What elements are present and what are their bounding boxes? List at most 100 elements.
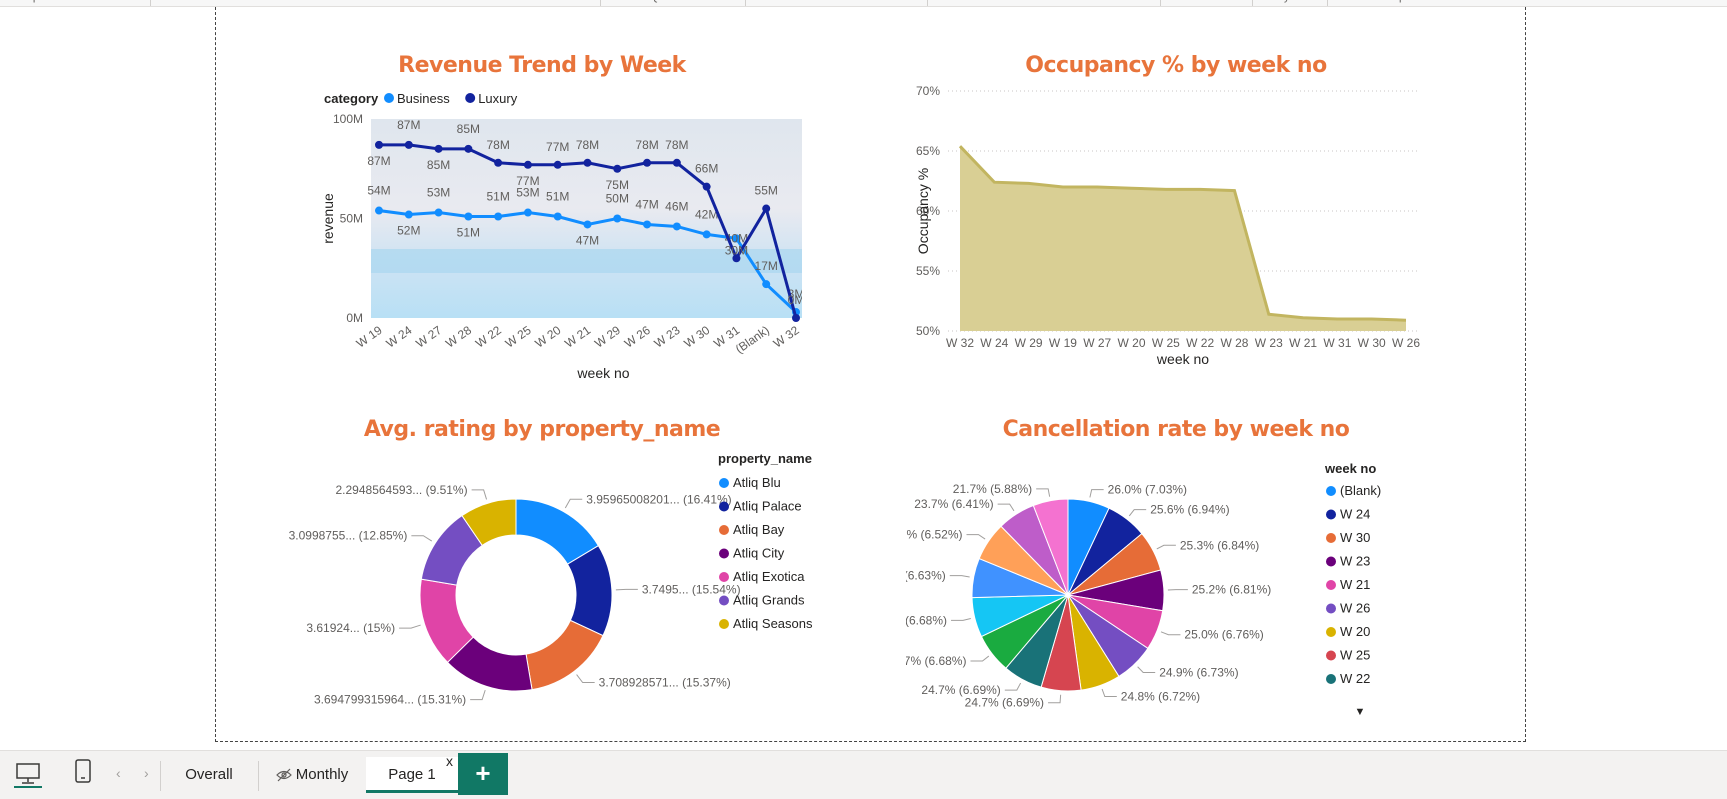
desktop-layout-icon[interactable] (12, 760, 44, 788)
ribbon-group-label: Share (1272, 0, 1301, 3)
data-point (613, 165, 621, 173)
legend-item: W 25 (1340, 648, 1370, 663)
x-tick-label: W 31 (1323, 336, 1351, 350)
data-label: 51M (457, 226, 480, 240)
x-axis-title: week no (1156, 351, 1209, 367)
leader-line (1102, 689, 1117, 697)
mobile-layout-icon[interactable] (73, 758, 93, 786)
data-label: 17M (755, 259, 778, 273)
data-label: 52M (397, 224, 420, 238)
leader-line (470, 690, 485, 700)
legend-item: Atliq Exotica (733, 569, 805, 584)
tab-monthly[interactable]: Monthly (260, 757, 364, 793)
page-tab-bar: ‹ › Overall Monthly Page 1 x + (0, 750, 1727, 799)
x-tick-label: W 27 (413, 323, 444, 351)
data-label: 24.9% (6.73%) (1159, 666, 1238, 680)
data-point (554, 213, 562, 221)
x-tick-label: W 27 (1083, 336, 1111, 350)
legend-marker (1326, 510, 1336, 520)
x-tick-label: W 28 (443, 323, 474, 351)
data-label: 50M (606, 192, 629, 206)
ribbon-separator (600, 0, 601, 6)
cancellation-visual[interactable]: Cancellation rate by week no 26.0% (7.03… (906, 407, 1466, 737)
y-tick-label: 65% (916, 144, 940, 158)
x-tick-label: W 21 (1289, 336, 1317, 350)
add-page-button[interactable]: + (458, 753, 508, 795)
ribbon-separator (1327, 0, 1328, 6)
data-point (762, 205, 770, 213)
data-point (524, 209, 532, 217)
data-point (375, 141, 383, 149)
data-label: 0M (788, 293, 802, 307)
legend-marker (719, 572, 729, 582)
x-tick-label: W 29 (592, 323, 623, 351)
data-label: 78M (486, 138, 509, 152)
leader-line (1005, 683, 1021, 690)
hidden-page-icon (276, 768, 292, 782)
leader-line (565, 499, 582, 508)
x-tick-label: W 32 (771, 323, 802, 351)
leader-line (970, 656, 988, 661)
x-tick-label: W 26 (622, 323, 653, 351)
data-label: 85M (427, 158, 450, 172)
legend-item: Atliq Blu (733, 475, 781, 490)
ribbon-separator (1252, 0, 1253, 6)
x-tick-label: W 22 (1186, 336, 1214, 350)
revenue-trend-visual[interactable]: Revenue Trend by Week categoryBusinessLu… (282, 43, 802, 413)
ribbon-group-label: Calculations (1010, 0, 1070, 3)
legend-item: W 23 (1340, 554, 1370, 569)
occupancy-visual[interactable]: Occupancy % by week no 50%55%60%65%70%W … (906, 43, 1446, 413)
data-label: 3.708928571... (15.37%) (599, 676, 731, 690)
legend-marker (1326, 604, 1336, 614)
x-tick-label: (Blank) (733, 323, 772, 356)
report-page: Revenue Trend by Week categoryBusinessLu… (215, 7, 1526, 742)
data-label: 53M (427, 186, 450, 200)
tab-overall[interactable]: Overall (162, 757, 256, 793)
data-point (792, 314, 800, 322)
legend-item: Atliq Palace (733, 499, 802, 514)
data-label: 30M (725, 243, 748, 257)
x-tick-label: W 22 (473, 323, 504, 351)
data-label: 26.0% (7.03%) (1108, 483, 1187, 497)
leader-line (1138, 667, 1156, 673)
y-tick-label: 100M (333, 112, 363, 126)
legend-item: W 26 (1340, 601, 1370, 616)
x-tick-label: W 19 (1049, 336, 1077, 350)
legend-item: W 22 (1340, 671, 1370, 686)
chevron-left-icon[interactable]: ‹ (116, 765, 121, 781)
tab-divider (160, 761, 161, 791)
leader-line (1157, 545, 1176, 549)
data-label: 46M (665, 199, 688, 213)
ribbon-group-label: Copilot (1385, 0, 1419, 3)
data-point (435, 145, 443, 153)
data-label: 24.1% (6.52%) (906, 528, 962, 542)
data-label: 25.6% (6.94%) (1150, 503, 1229, 517)
y-tick-label: 0M (346, 311, 363, 325)
close-tab-icon[interactable]: x (446, 753, 453, 769)
avg-rating-visual[interactable]: Avg. rating by property_name 3.959650082… (282, 407, 872, 737)
data-label: 3.61924... (15%) (306, 621, 395, 635)
data-label: 51M (486, 190, 509, 204)
tab-page-1[interactable]: Page 1 (366, 757, 458, 793)
tab-page-1-label: Page 1 (388, 766, 436, 783)
data-point (762, 280, 770, 288)
chevron-right-icon[interactable]: › (144, 765, 149, 781)
data-label: 78M (576, 138, 599, 152)
ribbon-group-label: Insert (820, 0, 848, 3)
data-label: 77M (516, 174, 539, 188)
data-point (703, 183, 711, 191)
data-label: 87M (397, 118, 420, 132)
x-tick-label: W 24 (384, 323, 415, 351)
legend-item: W 24 (1340, 507, 1370, 522)
data-label: 25.3% (6.84%) (1180, 538, 1259, 552)
legend-marker-business (384, 93, 394, 103)
data-label: 21.7% (5.88%) (953, 482, 1032, 496)
legend-marker (1326, 557, 1336, 567)
legend-marker (1326, 580, 1336, 590)
data-point (703, 230, 711, 238)
data-label: 24.7% (6.69%) (965, 696, 1044, 710)
legend-title: category (324, 91, 379, 106)
y-tick-label: 50M (340, 212, 363, 226)
report-canvas: Revenue Trend by Week categoryBusinessLu… (0, 7, 1727, 750)
legend-item-business: Business (397, 91, 450, 106)
